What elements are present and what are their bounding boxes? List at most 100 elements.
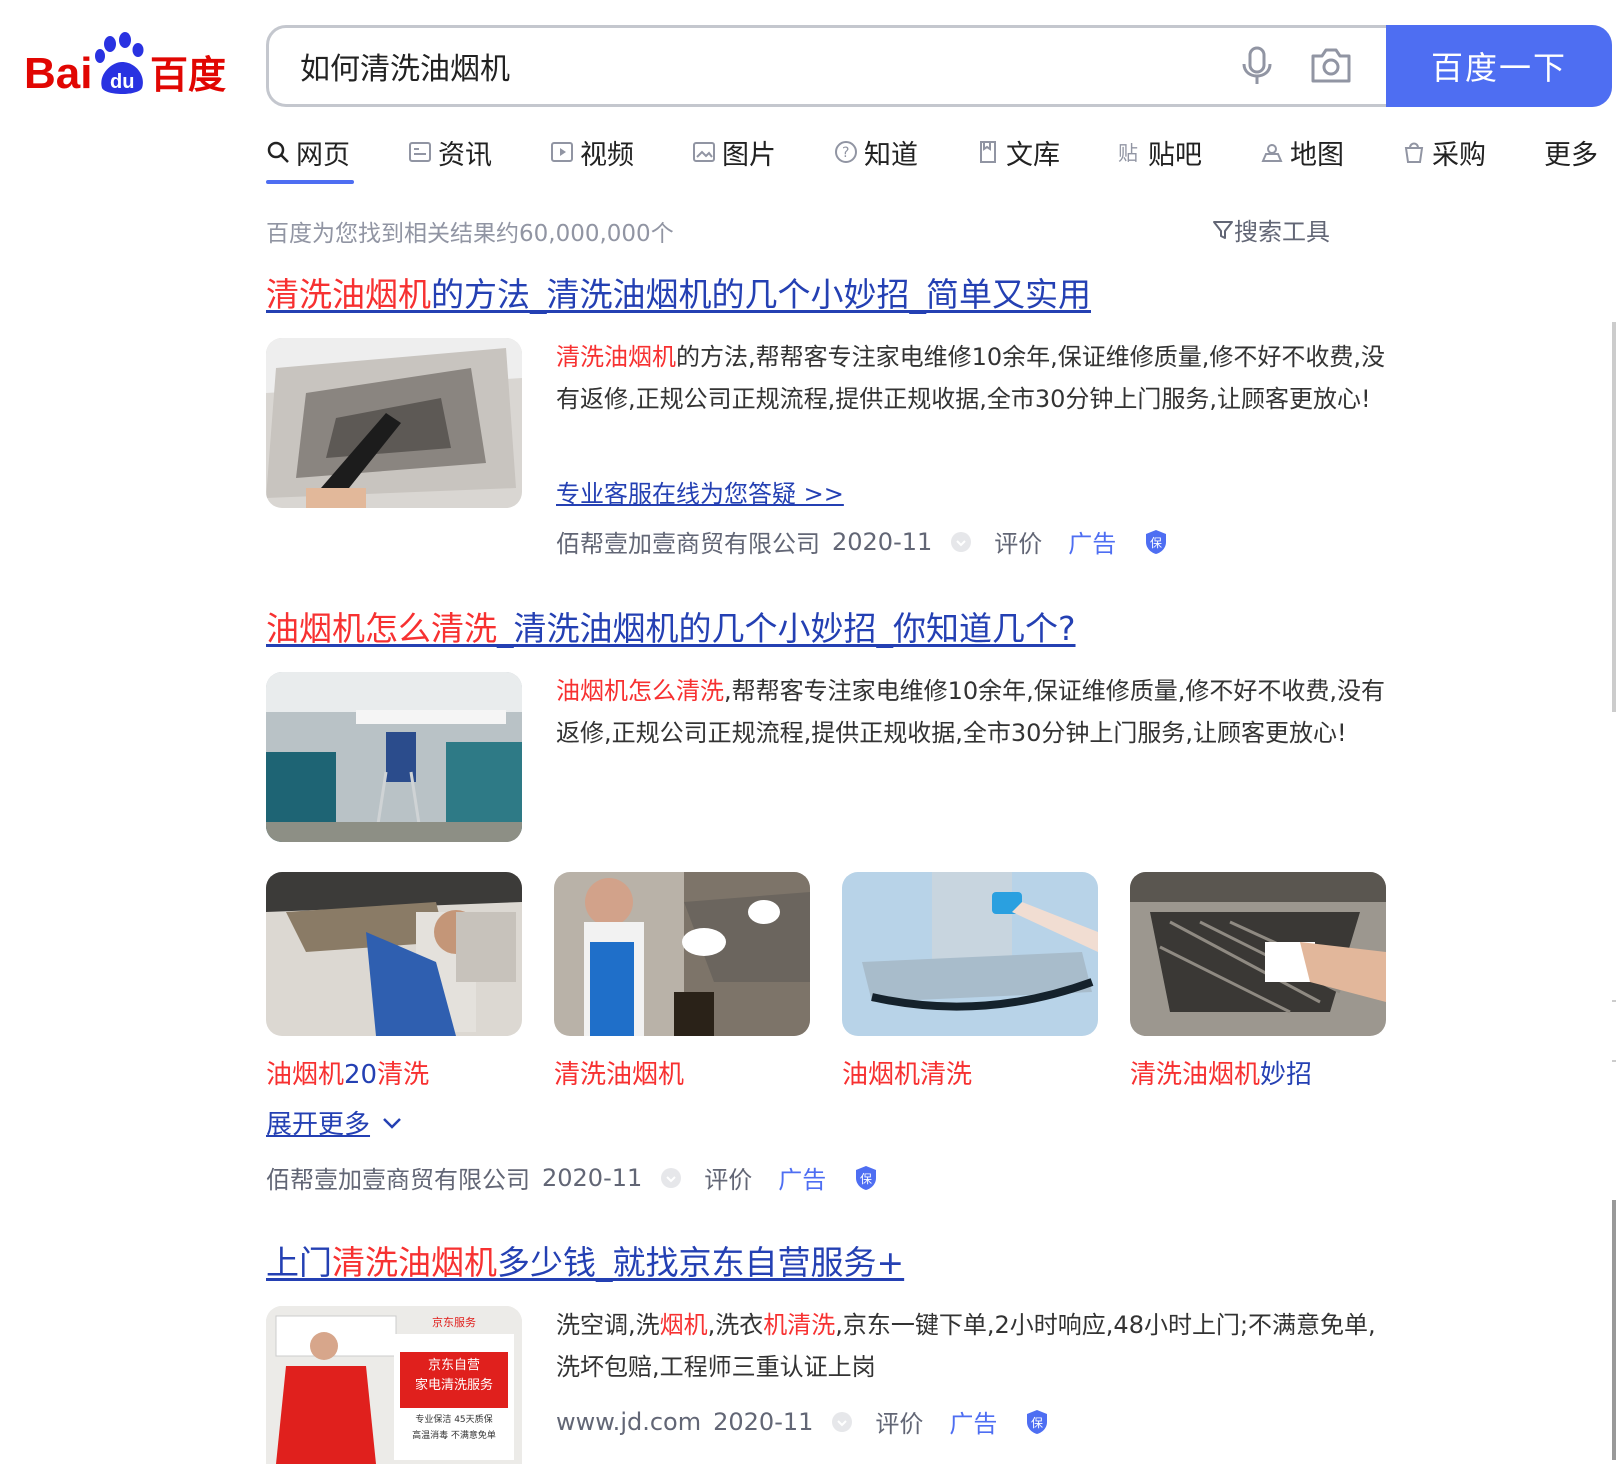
gallery-image-4[interactable]	[1130, 872, 1386, 1036]
result-title-3[interactable]: 上门清洗油烟机多少钱_就找京东自营服务+	[266, 1236, 904, 1284]
result-thumbnail-1[interactable]	[266, 338, 522, 508]
tab-label: 网页	[296, 139, 350, 171]
tab-label: 知道	[864, 139, 918, 171]
logo-text-du: du	[110, 71, 134, 93]
svg-text:保: 保	[1150, 536, 1162, 550]
rate-link[interactable]: 评价	[994, 524, 1042, 559]
tab-images[interactable]: 图片	[692, 130, 776, 174]
right-sidebar-image-edge	[1612, 1200, 1616, 1460]
tab-label: 视频	[580, 139, 634, 171]
search-input[interactable]	[268, 28, 1386, 104]
gallery-image-3[interactable]	[842, 872, 1098, 1036]
tab-map[interactable]: 地图	[1260, 130, 1344, 174]
caption-highlight: 油烟机	[266, 1060, 345, 1090]
verified-shield-icon[interactable]: 保	[1025, 1409, 1049, 1435]
source-name: 佰帮壹加壹商贸有限公司	[556, 530, 820, 558]
map-icon	[1261, 144, 1283, 162]
question-icon: ?	[835, 141, 857, 163]
caption-highlight: 油烟机清洗	[842, 1060, 973, 1090]
result-thumbnail-2[interactable]	[266, 672, 522, 842]
news-icon	[409, 142, 431, 162]
title-text: 上门	[266, 1243, 332, 1282]
result-title-1[interactable]: 清洗油烟机的方法_清洗油烟机的几个小妙招_简单又实用	[266, 268, 1091, 316]
svg-text:贴: 贴	[1118, 141, 1138, 164]
microphone-icon[interactable]	[1240, 46, 1274, 86]
gallery-caption-4[interactable]: 清洗油烟机妙招	[1130, 1054, 1312, 1091]
result-thumbnail-3[interactable]: 京东服务 京东自营 家电清洗服务 专业保洁 45天质保 高温消毒 不满意免单	[266, 1306, 522, 1464]
filter-icon	[1213, 220, 1233, 239]
svg-text:保: 保	[1031, 1416, 1043, 1430]
shopping-icon	[1404, 142, 1424, 163]
tab-label: 图片	[722, 139, 776, 171]
title-highlight: 油烟机怎么清洗	[266, 609, 497, 648]
search-tools-button[interactable]: 搜索工具	[1212, 212, 1330, 247]
gallery-caption-1[interactable]: 油烟机20清洗	[266, 1054, 429, 1091]
camera-icon[interactable]	[1310, 46, 1352, 84]
tab-label: 贴吧	[1148, 139, 1202, 171]
result-meta-2: 佰帮壹加壹商贸有限公司 2020-11 评价 广告 保	[266, 1160, 878, 1195]
right-sidebar-edge	[1612, 322, 1616, 712]
result-title-2[interactable]: 油烟机怎么清洗_清洗油烟机的几个小妙招_你知道几个?	[266, 602, 1076, 650]
result-description-3: 洗空调,洗烟机,洗衣机清洗,京东一键下单,2小时响应,48小时上门;不满意免单,…	[556, 1304, 1396, 1388]
tab-webpage[interactable]: 网页	[266, 130, 350, 174]
tab-tieba[interactable]: 贴 贴吧	[1118, 130, 1202, 174]
customer-service-link[interactable]: 专业客服在线为您答疑 >>	[556, 474, 844, 509]
thumb-features: 专业保洁 45天质保 高温消毒 不满意免单	[400, 1412, 508, 1444]
ad-label: 广告	[1068, 530, 1117, 558]
desc-highlight: 清洗油烟机	[556, 343, 676, 371]
thumb-line: 家电清洗服务	[414, 1378, 493, 1393]
caption-text: 20	[344, 1060, 378, 1090]
desc-text: 洗空调,洗	[556, 1311, 660, 1339]
desc-text: ,洗衣	[707, 1311, 764, 1339]
tab-label: 地图	[1290, 139, 1344, 171]
caption-highlight: 清洗	[377, 1060, 430, 1090]
ad-label: 广告	[949, 1410, 998, 1438]
image-icon	[693, 142, 715, 162]
desc-highlight: 机清洗	[763, 1311, 836, 1339]
search-button[interactable]: 百度一下	[1386, 25, 1612, 107]
result-date: 2020-11	[542, 1163, 643, 1192]
rate-link[interactable]: 评价	[704, 1160, 752, 1195]
tab-zhidao[interactable]: ? 知道	[834, 130, 918, 174]
gallery-caption-2[interactable]: 清洗油烟机	[554, 1054, 684, 1091]
thumb-headline: 京东自营 家电清洗服务	[400, 1356, 508, 1396]
source-name: www.jd.com	[556, 1407, 702, 1436]
rating-icon	[951, 531, 972, 552]
logo-text-latin: Bai	[24, 49, 92, 98]
verified-shield-icon[interactable]: 保	[1144, 529, 1168, 555]
tab-shopping[interactable]: 采购	[1402, 130, 1486, 174]
thumb-line: 高温消毒 不满意免单	[412, 1431, 496, 1441]
tab-label: 文库	[1006, 139, 1060, 171]
svg-text:?: ?	[842, 145, 849, 161]
rating-icon	[661, 1167, 682, 1188]
right-sidebar-divider	[1612, 1000, 1616, 1002]
gallery-image-1[interactable]	[266, 872, 522, 1036]
result-count: 百度为您找到相关结果约60,000,000个	[266, 221, 674, 247]
title-text: 多少钱_就找京东自营服务+	[497, 1243, 905, 1282]
desc-text: 的方法,帮帮客专注家电维修10余年,保证维修质量,修不好不收费,没有返修,正规公…	[556, 343, 1386, 413]
title-highlight: 清洗油烟机	[332, 1243, 497, 1282]
result-description-2: 油烟机怎么清洗,帮帮客专注家电维修10余年,保证维修质量,修不好不收费,没有返修…	[556, 670, 1396, 754]
rating-icon	[832, 1411, 853, 1432]
baidu-logo[interactable]: Bai du 百度	[24, 30, 234, 100]
caption-highlight: 清洗油烟机	[554, 1060, 685, 1090]
thumb-line: 京东自营	[427, 1358, 480, 1373]
tab-news[interactable]: 资讯	[408, 130, 492, 174]
gallery-caption-3[interactable]: 油烟机清洗	[842, 1054, 972, 1091]
title-highlight: 清洗油烟机	[266, 275, 431, 314]
source-name: 佰帮壹加壹商贸有限公司	[266, 1166, 530, 1194]
tab-video[interactable]: 视频	[550, 130, 634, 174]
active-tab-indicator	[266, 180, 354, 184]
tieba-icon: 贴	[1118, 141, 1138, 164]
result-description-1: 清洗油烟机的方法,帮帮客专注家电维修10余年,保证维修质量,修不好不收费,没有返…	[556, 336, 1396, 420]
tab-more[interactable]: 更多	[1544, 130, 1598, 174]
right-sidebar-divider	[1612, 1060, 1616, 1062]
expand-more-link[interactable]: 展开更多	[266, 1104, 406, 1141]
result-meta-1: 佰帮壹加壹商贸有限公司 2020-11 评价 广告 保	[556, 524, 1168, 559]
gallery-image-2[interactable]	[554, 872, 810, 1036]
verified-shield-icon[interactable]: 保	[854, 1165, 878, 1191]
thumb-brand: 京东服务	[432, 1316, 476, 1329]
desc-highlight: 烟机	[659, 1311, 708, 1339]
rate-link[interactable]: 评价	[875, 1404, 923, 1439]
tab-wenku[interactable]: 文库	[976, 130, 1060, 174]
